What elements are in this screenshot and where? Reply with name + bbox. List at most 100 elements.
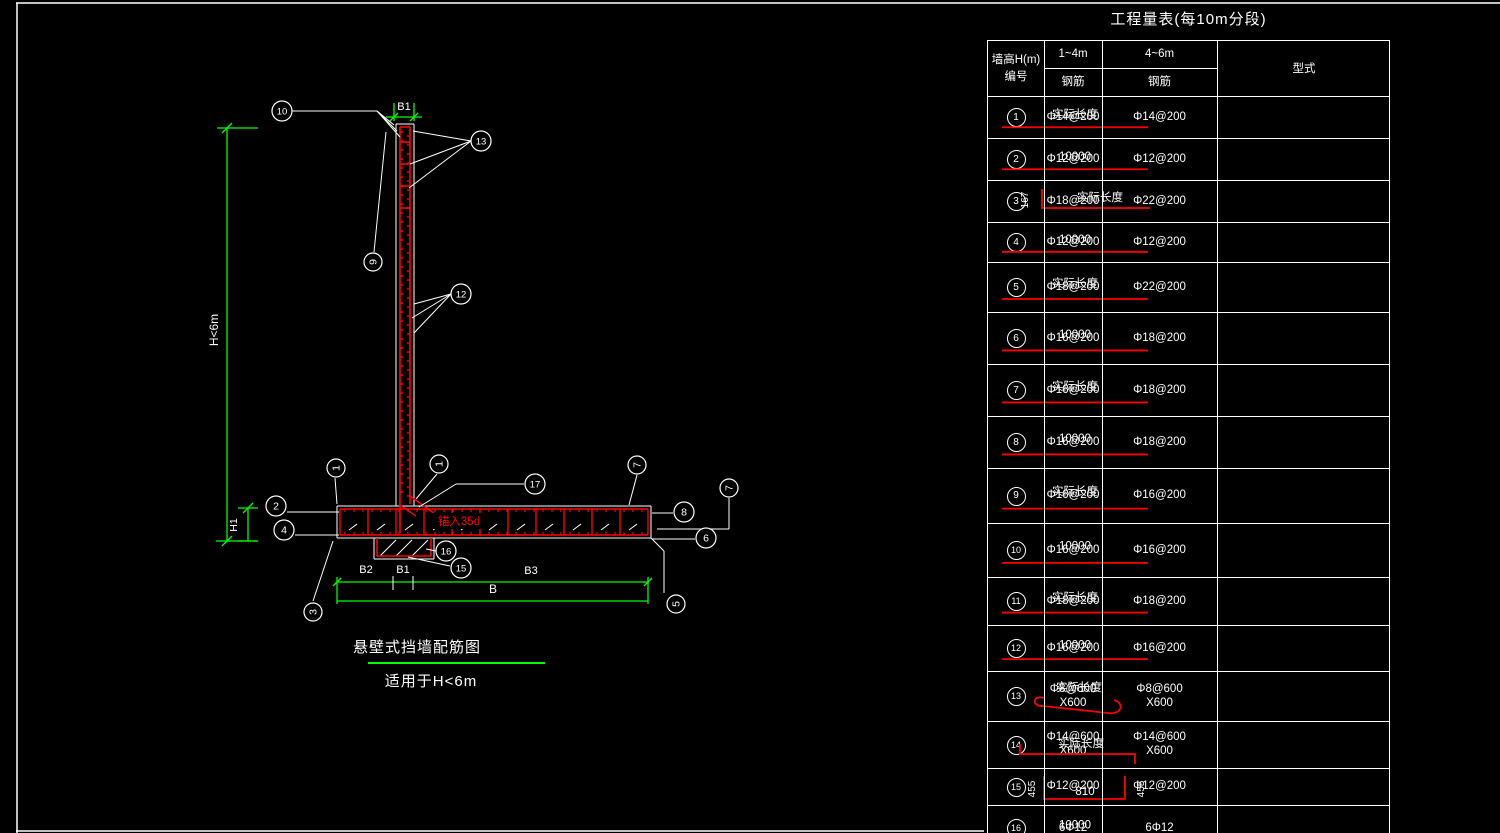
leader-line (415, 473, 438, 500)
table-row: 4 Φ12@200 Φ12@200 10000 (988, 223, 1389, 263)
header-type: 型式 (1292, 62, 1316, 75)
bar-shape: 10000 (1002, 234, 1148, 253)
lap-mark (348, 523, 358, 531)
lap-mark (628, 523, 638, 531)
bar-marker-9: 9 (363, 252, 383, 272)
shape-label: 实际长度 (1052, 276, 1098, 290)
diagram-subtitle: 适用于H<6m (384, 673, 478, 690)
table-row: 10 Φ16@200 Φ16@200 10000 (988, 524, 1389, 578)
leader-line (628, 474, 638, 506)
bar-marker-2: 2 (265, 495, 287, 517)
bar-marker-1: 1 (429, 454, 449, 474)
bar-shape: 10000 (1002, 541, 1148, 564)
leader-line (413, 293, 452, 305)
shape-label: 455 (1136, 780, 1147, 797)
table-row: 6 Φ16@200 Φ18@200 10000 (988, 313, 1389, 365)
bar-marker-16: 16 (435, 540, 457, 562)
bar-marker-5: 5 (666, 594, 686, 614)
bar-marker-4: 4 (273, 519, 295, 541)
leader-line (408, 140, 472, 189)
shape-label: 10000 (1059, 819, 1091, 831)
table-header: 墙高H(m) 编号 1~4m 4~6m 钢筋 钢筋 型式 (988, 41, 1389, 97)
bar-shape: 实际长度 (1002, 484, 1148, 510)
shape-label: 10000 (1059, 541, 1091, 553)
shape-label: 实际长度 (1052, 590, 1098, 604)
dim-wall-height-label: H<6m (207, 313, 221, 347)
table-row: 11 Φ18@200 Φ18@200 实际长度 (988, 578, 1389, 626)
shape-label: 10000 (1059, 639, 1091, 651)
table-row: 9 Φ16@200 Φ16@200 实际长度 (988, 469, 1389, 524)
bar-shape: 实际长度 (1033, 680, 1122, 715)
table-row: 16 6Φ12 6Φ12 10000 (988, 806, 1389, 833)
marker-number: 10 (277, 107, 288, 118)
shape-label: 10000 (1059, 151, 1091, 163)
marker-number: 1 (331, 465, 343, 471)
table-row: 14 Φ14@600 X600 Φ14@600 X600 实际长度 (988, 722, 1389, 769)
lap-mark (376, 523, 386, 531)
marker-number: 5 (671, 601, 683, 607)
bar-shape: 10000 (1002, 151, 1148, 171)
bar-marker-7: 7 (627, 455, 647, 475)
cad-viewport: { "colors": { "line_green": "#00ff00", "… (0, 0, 1500, 833)
bar-shape: 实际长度 (1002, 107, 1148, 129)
header-rebar-2: 钢筋 (1148, 76, 1171, 89)
bar-marker-10: 10 (271, 100, 293, 122)
table-row: 5 Φ18@200 Φ22@200 实际长度 (988, 263, 1389, 313)
shape-label: 实际长度 (1058, 736, 1104, 750)
leader-line (409, 140, 472, 165)
table-row: 13 Φ8@600 X600 Φ8@600 X600 实际长度 (988, 672, 1389, 722)
marker-number: 17 (530, 480, 541, 491)
header-rebar-1: 钢筋 (1061, 76, 1085, 89)
dim-b1-top-label: B1 (397, 101, 411, 113)
lap-mark (544, 523, 554, 531)
bar-shape: 10000 (1002, 639, 1148, 661)
table-row: 12 Φ16@200 Φ16@200 10000 (988, 626, 1389, 672)
bar-shape: 810 455 455 (1027, 776, 1147, 800)
dim-b-total-label: B (488, 582, 497, 596)
bar-marker-17: 17 (524, 473, 546, 495)
bar-shape: 10000 (1002, 433, 1148, 456)
leader-line (373, 131, 387, 253)
header-wall-height: 墙高H(m) (991, 54, 1041, 67)
table-row: 2 Φ12@200 Φ12@200 10000 (988, 139, 1389, 181)
bar-shape: 10000 (1002, 329, 1148, 352)
header-col-id: 墙高H(m) 编号 (988, 41, 1044, 97)
shape-label: 10000 (1059, 433, 1091, 445)
table-grid-line (1102, 41, 1103, 833)
marker-number: 1 (434, 461, 446, 467)
bar-shape: 实际长度 167 (1020, 189, 1150, 209)
marker-number: 7 (632, 462, 644, 468)
table-grid-line (1217, 41, 1218, 833)
bar-marker-1: 1 (326, 458, 346, 478)
key-hatch (411, 539, 429, 557)
bar-shape: 实际长度 (1002, 590, 1148, 614)
bar-marker-8: 8 (673, 501, 695, 523)
bar-marker-3: 3 (303, 602, 323, 622)
leader-line (412, 130, 472, 142)
table-body: 1 Φ14@200 Φ14@200 实际长度 2 Φ12@200 Φ12@200 10000 3… (988, 97, 1389, 833)
marker-number: 13 (476, 137, 487, 148)
bar-marker-15: 15 (450, 557, 472, 579)
dim-b1-bottom-label: B1 (396, 564, 410, 576)
key-hatch (379, 539, 397, 557)
lap-mark (516, 523, 526, 531)
shape-label: 167 (1020, 191, 1031, 208)
marker-number: 12 (456, 290, 467, 301)
leader-line (334, 477, 338, 505)
bar-shape: 实际长度 (1019, 736, 1136, 764)
marker-number: 8 (681, 507, 687, 519)
bar-marker-12: 12 (450, 283, 472, 305)
table-row: 3 Φ18@200 Φ22@200 实际长度 167 (988, 181, 1389, 223)
marker-number: 3 (308, 609, 320, 615)
leader-line (650, 537, 665, 552)
table-title: 工程量表(每10m分段) (1110, 11, 1267, 28)
header-range-1-4: 1~4m (1058, 48, 1088, 61)
leader-line (418, 483, 457, 508)
shape-label: 810 (1075, 786, 1094, 798)
lap-mark (488, 523, 498, 531)
key-hatch (395, 539, 413, 557)
shape-label: 10000 (1059, 234, 1091, 246)
shape-label: 实际长度 (1052, 379, 1098, 393)
bar-shape: 实际长度 (1002, 276, 1148, 300)
bar-shape: 实际长度 (1002, 379, 1148, 404)
